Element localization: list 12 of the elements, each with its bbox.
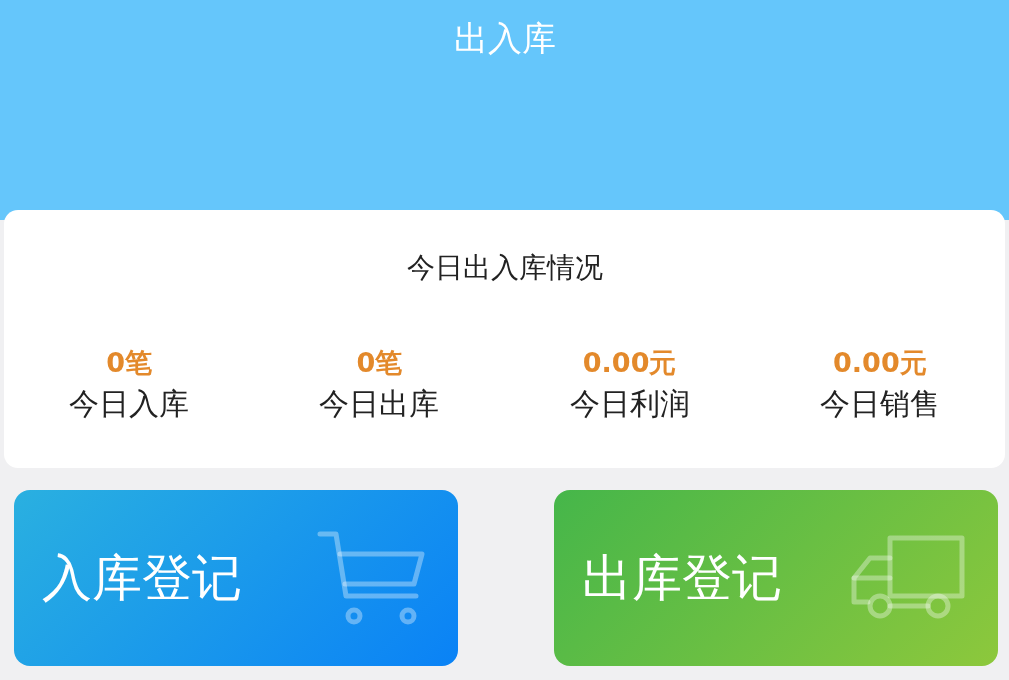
stat-value: 0.00元 <box>833 346 927 380</box>
page-title: 出入库 <box>453 17 556 60</box>
summary-title: 今日出入库情况 <box>406 250 603 286</box>
stat-label: 今日出库 <box>319 385 440 423</box>
stat-label: 今日入库 <box>69 385 190 423</box>
stat-label: 今日销售 <box>819 385 940 423</box>
outbound-register-button[interactable]: 出库登记 <box>554 490 998 666</box>
stat-value: 0笔 <box>356 346 403 380</box>
stat-label: 今日利润 <box>569 385 690 423</box>
stat-value: 0.00元 <box>582 346 677 380</box>
stat-value: 0笔 <box>106 346 152 380</box>
inbound-register-button[interactable]: 入库登记 <box>14 490 458 666</box>
